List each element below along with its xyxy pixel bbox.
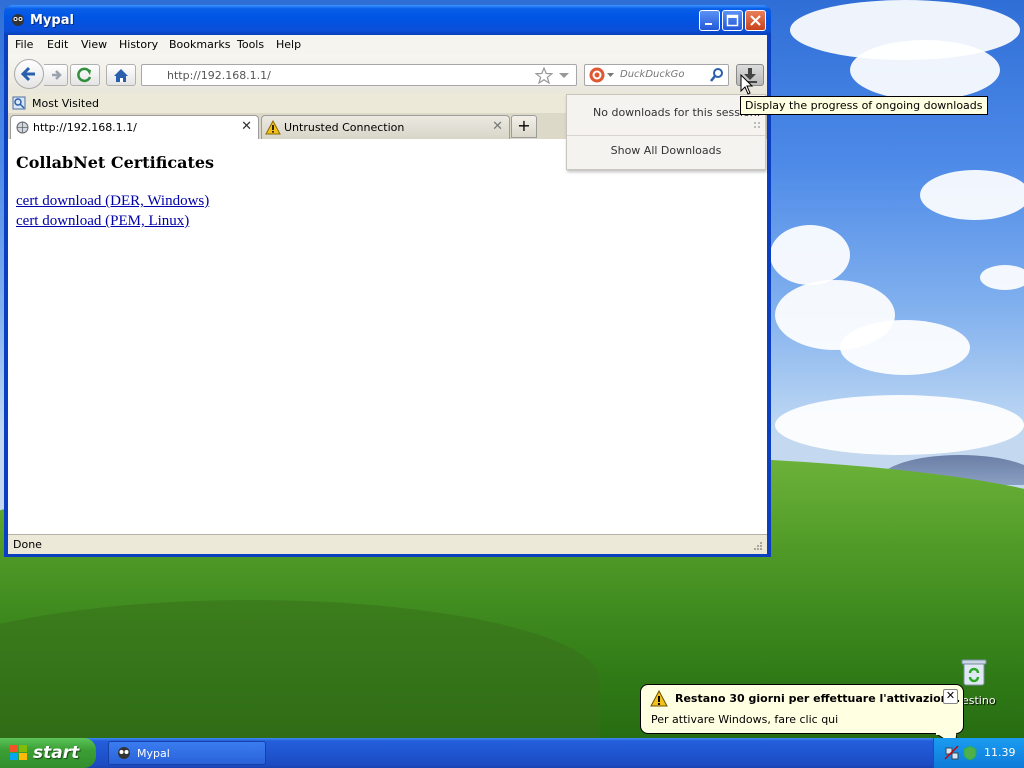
close-icon [750, 15, 761, 26]
recycle-bin-icon[interactable] [958, 657, 990, 687]
network-icon[interactable] [944, 745, 960, 761]
tab-label: Untrusted Connection [284, 121, 405, 134]
downloads-tooltip: Display the progress of ongoing download… [740, 96, 988, 115]
back-arrow-icon [20, 66, 35, 82]
panel-divider [567, 135, 765, 136]
url-text[interactable]: http://192.168.1.1/ [167, 69, 271, 82]
history-dropdown-icon[interactable] [558, 72, 570, 80]
panel-grip-icon [754, 122, 760, 128]
mouse-cursor-icon [740, 74, 754, 95]
resize-grip-icon[interactable] [752, 540, 764, 552]
search-placeholder[interactable]: DuckDuckGo [620, 69, 685, 80]
taskbar-item-label: Mypal [137, 747, 170, 760]
start-button[interactable]: start [0, 738, 96, 768]
windows-logo-icon [10, 745, 27, 760]
warning-icon [650, 690, 668, 707]
balloon-body[interactable]: Per attivare Windows, fare clic qui [651, 713, 838, 726]
page-content: CollabNet Certificates cert download (DE… [8, 139, 767, 534]
menu-view[interactable]: View [81, 38, 107, 51]
maximize-icon [726, 14, 739, 27]
activation-balloon[interactable]: Restano 30 giorni per effettuare l'attiv… [640, 684, 964, 747]
window-title: Mypal [30, 13, 74, 28]
minimize-button[interactable] [699, 10, 720, 31]
menu-help[interactable]: Help [276, 38, 301, 51]
search-engine-dropdown-icon[interactable] [607, 73, 614, 78]
navigation-toolbar: http://192.168.1.1/ DuckDuckGo [8, 55, 767, 93]
tab-close-icon[interactable]: ✕ [241, 119, 252, 134]
security-center-icon[interactable] [962, 745, 978, 761]
tab-label: http://192.168.1.1/ [33, 121, 137, 134]
start-label: start [33, 743, 80, 763]
reload-button[interactable] [70, 64, 100, 86]
recycle-bin-label[interactable]: estino [962, 694, 996, 707]
browser-window: Mypal File Edit View History Bookmarks T… [4, 5, 771, 557]
tab-active[interactable]: http://192.168.1.1/ ✕ [10, 115, 259, 139]
menu-file[interactable]: File [15, 38, 33, 51]
page-heading: CollabNet Certificates [16, 153, 215, 172]
no-downloads-text: No downloads for this session. [593, 106, 761, 119]
forward-button[interactable] [44, 64, 68, 86]
plus-icon: + [517, 116, 531, 135]
home-icon [114, 69, 128, 82]
maximize-button[interactable] [722, 10, 743, 31]
system-tray: 11.39 [933, 738, 1024, 768]
cert-download-pem-link[interactable]: cert download (PEM, Linux) [16, 213, 189, 230]
tab-close-icon[interactable]: ✕ [492, 119, 503, 134]
show-all-downloads-button[interactable]: Show All Downloads [567, 144, 765, 157]
menu-bookmarks[interactable]: Bookmarks [169, 38, 230, 51]
back-button[interactable] [14, 59, 44, 89]
globe-icon [16, 121, 29, 134]
reload-icon [77, 67, 92, 83]
close-button[interactable] [745, 10, 766, 31]
url-bar[interactable]: http://192.168.1.1/ [141, 64, 577, 86]
most-visited-icon [12, 96, 26, 110]
menu-history[interactable]: History [119, 38, 158, 51]
taskbar: start Mypal 11.39 [0, 738, 1024, 768]
downloads-panel: No downloads for this session. Show All … [566, 94, 766, 170]
search-icon[interactable] [709, 67, 725, 83]
taskbar-item-mypal[interactable]: Mypal [108, 741, 266, 765]
menu-edit[interactable]: Edit [47, 38, 68, 51]
forward-arrow-icon [52, 70, 62, 80]
mypal-icon [118, 747, 130, 759]
balloon-title: Restano 30 giorni per effettuare l'attiv… [675, 692, 961, 705]
search-bar[interactable]: DuckDuckGo [584, 64, 729, 86]
new-tab-button[interactable]: + [511, 115, 537, 138]
home-button[interactable] [106, 64, 136, 86]
tab-untrusted-connection[interactable]: Untrusted Connection ✕ [261, 115, 510, 139]
clock[interactable]: 11.39 [984, 746, 1016, 759]
most-visited-label[interactable]: Most Visited [32, 97, 99, 110]
cert-download-der-link[interactable]: cert download (DER, Windows) [16, 193, 209, 210]
status-bar: Done [8, 534, 767, 554]
close-icon: ✕ [945, 689, 956, 702]
minimize-icon [705, 23, 712, 25]
title-bar[interactable]: Mypal [4, 5, 771, 35]
duckduckgo-icon[interactable] [589, 67, 607, 84]
menu-bar: File Edit View History Bookmarks Tools H… [8, 35, 767, 55]
menu-tools[interactable]: Tools [237, 38, 264, 51]
warning-icon [265, 120, 281, 135]
bookmark-star-icon[interactable] [535, 67, 553, 84]
balloon-close-button[interactable]: ✕ [943, 689, 958, 704]
status-text: Done [13, 538, 42, 551]
mypal-icon [12, 14, 24, 26]
